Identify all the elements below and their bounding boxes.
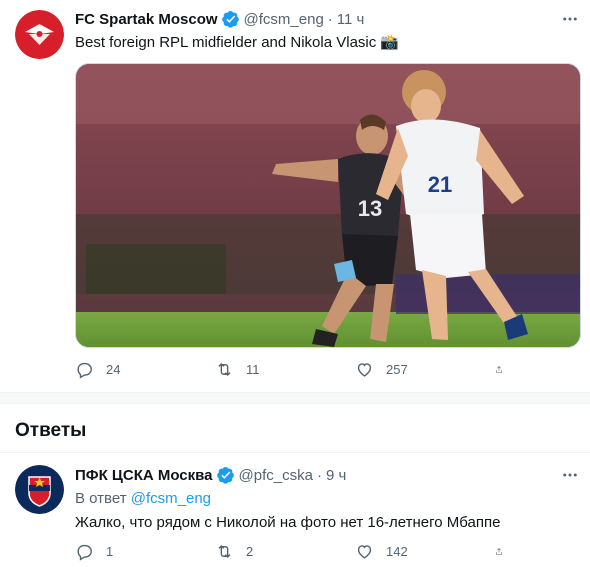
tweet-text: Best foreign RPL midfielder and Nikola V… <box>75 34 400 51</box>
share-icon <box>496 366 502 373</box>
reply-text: Жалко, что рядом с Николой на фото нет 1… <box>75 514 501 531</box>
spartak-avatar[interactable] <box>15 10 64 59</box>
retweet-icon <box>218 544 231 559</box>
like-count: 142 <box>386 544 408 559</box>
verified-badge-icon <box>216 467 234 484</box>
more-icon[interactable] <box>560 465 580 485</box>
section-separator <box>0 392 590 404</box>
retweet-icon <box>218 362 231 377</box>
reply-actions: 1 2 142 <box>75 542 515 561</box>
meta-separator: · <box>316 466 322 484</box>
reply-header: ПФК ЦСКА Москва @pfc_cska · 9 ч <box>75 466 346 484</box>
retweet-count: 11 <box>246 362 260 377</box>
verified-badge-icon <box>221 11 239 28</box>
reply-icon <box>77 362 92 379</box>
author-handle[interactable]: @fcsm_eng <box>244 11 324 28</box>
reply-context: В ответ @fcsm_eng <box>75 490 211 507</box>
reply-prefix: В ответ <box>75 490 127 507</box>
share-button[interactable] <box>495 360 515 379</box>
more-icon[interactable] <box>560 9 580 29</box>
author-name[interactable]: FC Spartak Moscow <box>75 11 218 28</box>
retweet-button[interactable]: 2 <box>215 542 315 561</box>
share-button[interactable] <box>495 542 515 561</box>
right-player-number: 21 <box>428 172 452 197</box>
reply-to-link[interactable]: @fcsm_eng <box>131 490 211 507</box>
share-icon <box>496 548 502 555</box>
tweet-photo[interactable]: 13 21 <box>75 63 581 348</box>
replies-header: Ответы <box>15 420 87 441</box>
tweet-header: FC Spartak Moscow @fcsm_eng · 11 ч <box>75 10 364 28</box>
retweet-button[interactable]: 11 <box>215 360 315 379</box>
reply-count: 24 <box>106 362 121 377</box>
reply-author-handle[interactable]: @pfc_cska <box>239 467 313 484</box>
like-button[interactable]: 142 <box>355 542 455 561</box>
like-count: 257 <box>386 362 408 377</box>
left-player-number: 13 <box>358 196 382 221</box>
tweet-time[interactable]: 11 ч <box>337 11 365 28</box>
retweet-count: 2 <box>246 544 254 559</box>
tweet-actions: 24 11 257 <box>75 360 515 379</box>
cska-avatar[interactable] <box>15 465 64 514</box>
reply-button[interactable]: 1 <box>75 542 175 561</box>
reply-time[interactable]: 9 ч <box>326 467 346 484</box>
heart-icon <box>357 545 372 559</box>
reply-author-name[interactable]: ПФК ЦСКА Москва <box>75 467 213 484</box>
heart-icon <box>357 363 372 377</box>
main-tweet[interactable]: FC Spartak Moscow @fcsm_eng · 11 ч Best … <box>0 0 590 392</box>
like-button[interactable]: 257 <box>355 360 455 379</box>
reply-count: 1 <box>106 544 114 559</box>
reply-button[interactable]: 24 <box>75 360 175 379</box>
divider <box>0 452 590 453</box>
reply-icon <box>77 544 92 561</box>
meta-separator: · <box>327 10 333 28</box>
